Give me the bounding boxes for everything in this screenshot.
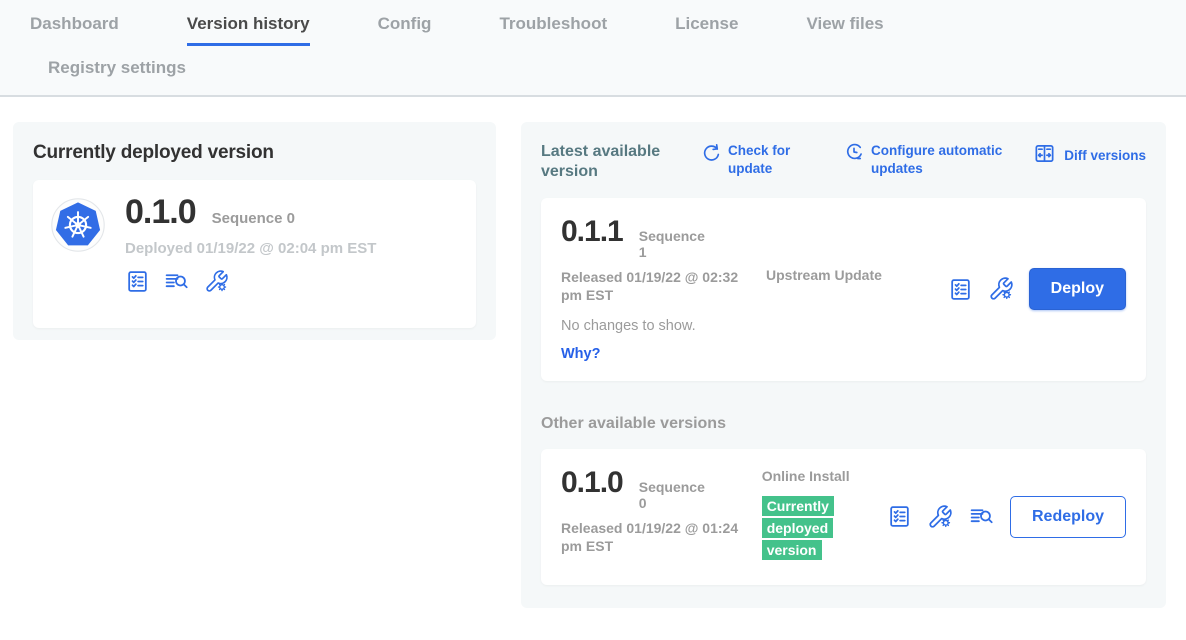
currently-deployed-title: Currently deployed version: [33, 142, 476, 164]
diff-versions-link[interactable]: Diff versions: [1033, 142, 1146, 170]
configure-automatic-updates-link[interactable]: Configure automatic updates: [844, 142, 1021, 177]
deployed-version-number: 0.1.0: [125, 194, 196, 231]
logs-icon[interactable]: [968, 504, 995, 529]
check-for-update-label: Check for update: [728, 142, 804, 177]
latest-released-timestamp: Released 01/19/22 @ 02:32 pm EST: [561, 268, 743, 304]
check-for-update-link[interactable]: Check for update: [701, 142, 804, 177]
release-notes-icon[interactable]: [125, 269, 150, 294]
no-changes-text: No changes to show.: [561, 318, 766, 334]
tab-dashboard[interactable]: Dashboard: [30, 14, 119, 43]
config-icon[interactable]: [203, 269, 230, 294]
other-released-timestamp: Released 01/19/22 @ 01:24 pm EST: [561, 519, 743, 555]
configure-automatic-updates-label: Configure automatic updates: [871, 142, 1021, 177]
deployed-timestamp: Deployed 01/19/22 @ 02:04 pm EST: [125, 240, 376, 257]
other-card-actions: Redeploy: [887, 467, 1126, 567]
other-versions-title: Other available versions: [541, 415, 1146, 433]
other-version-number: 0.1.0: [561, 467, 623, 499]
tab-version-history[interactable]: Version history: [187, 14, 310, 46]
tab-config[interactable]: Config: [378, 14, 432, 43]
diff-versions-label: Diff versions: [1064, 147, 1146, 165]
latest-card-actions: Deploy: [948, 216, 1126, 363]
refresh-icon: [701, 142, 721, 167]
currently-deployed-badge: Currently deployed version: [762, 496, 834, 560]
available-versions-panel: Latest available version Check for updat…: [521, 122, 1166, 608]
other-version-info: 0.1.0 Sequence 0 Released 01/19/22 @ 01:…: [561, 467, 762, 567]
tab-registry-settings[interactable]: Registry settings: [48, 58, 186, 86]
redeploy-button[interactable]: Redeploy: [1010, 496, 1126, 538]
latest-version-card: 0.1.1 Sequence 1 Released 01/19/22 @ 02:…: [541, 198, 1146, 381]
config-icon[interactable]: [988, 276, 1014, 302]
tab-troubleshoot[interactable]: Troubleshoot: [499, 14, 607, 43]
deploy-button[interactable]: Deploy: [1029, 268, 1126, 310]
deployed-actions: [125, 269, 376, 294]
latest-available-header: Latest available version Check for updat…: [541, 142, 1146, 182]
release-notes-icon[interactable]: [948, 277, 973, 302]
other-version-card: 0.1.0 Sequence 0 Released 01/19/22 @ 01:…: [541, 449, 1146, 585]
tab-view-files[interactable]: View files: [806, 14, 883, 43]
latest-source-label: Upstream Update: [766, 266, 894, 363]
latest-version-info: 0.1.1 Sequence 1 Released 01/19/22 @ 02:…: [561, 216, 766, 363]
other-source-label: Online Install: [762, 468, 850, 484]
nav-row-2: Registry settings: [48, 58, 1186, 78]
kubernetes-logo-icon: [51, 198, 105, 252]
why-link[interactable]: Why?: [561, 346, 600, 362]
deployed-version-info: 0.1.0 Sequence 0 Deployed 01/19/22 @ 02:…: [125, 194, 376, 314]
schedule-icon: [844, 142, 864, 167]
logs-icon[interactable]: [163, 269, 190, 294]
latest-sequence-label: Sequence 1: [639, 228, 711, 260]
currently-deployed-panel: Currently deployed version: [13, 122, 496, 340]
top-navigation: Dashboard Version history Config Trouble…: [0, 0, 1186, 97]
diff-icon: [1033, 142, 1056, 170]
nav-row-1: Dashboard Version history Config Trouble…: [30, 14, 1186, 46]
deployed-sequence-label: Sequence 0: [212, 210, 295, 227]
other-source-column: Online Install Currently deployed versio…: [762, 467, 887, 567]
other-sequence-label: Sequence 0: [639, 479, 711, 511]
config-icon[interactable]: [927, 504, 953, 530]
currently-deployed-badge-wrap: Currently deployed version: [762, 495, 844, 561]
tab-license[interactable]: License: [675, 14, 738, 43]
latest-version-number: 0.1.1: [561, 216, 623, 248]
deployed-version-card: 0.1.0 Sequence 0 Deployed 01/19/22 @ 02:…: [33, 180, 476, 328]
latest-available-title: Latest available version: [541, 142, 679, 182]
release-notes-icon[interactable]: [887, 504, 912, 529]
